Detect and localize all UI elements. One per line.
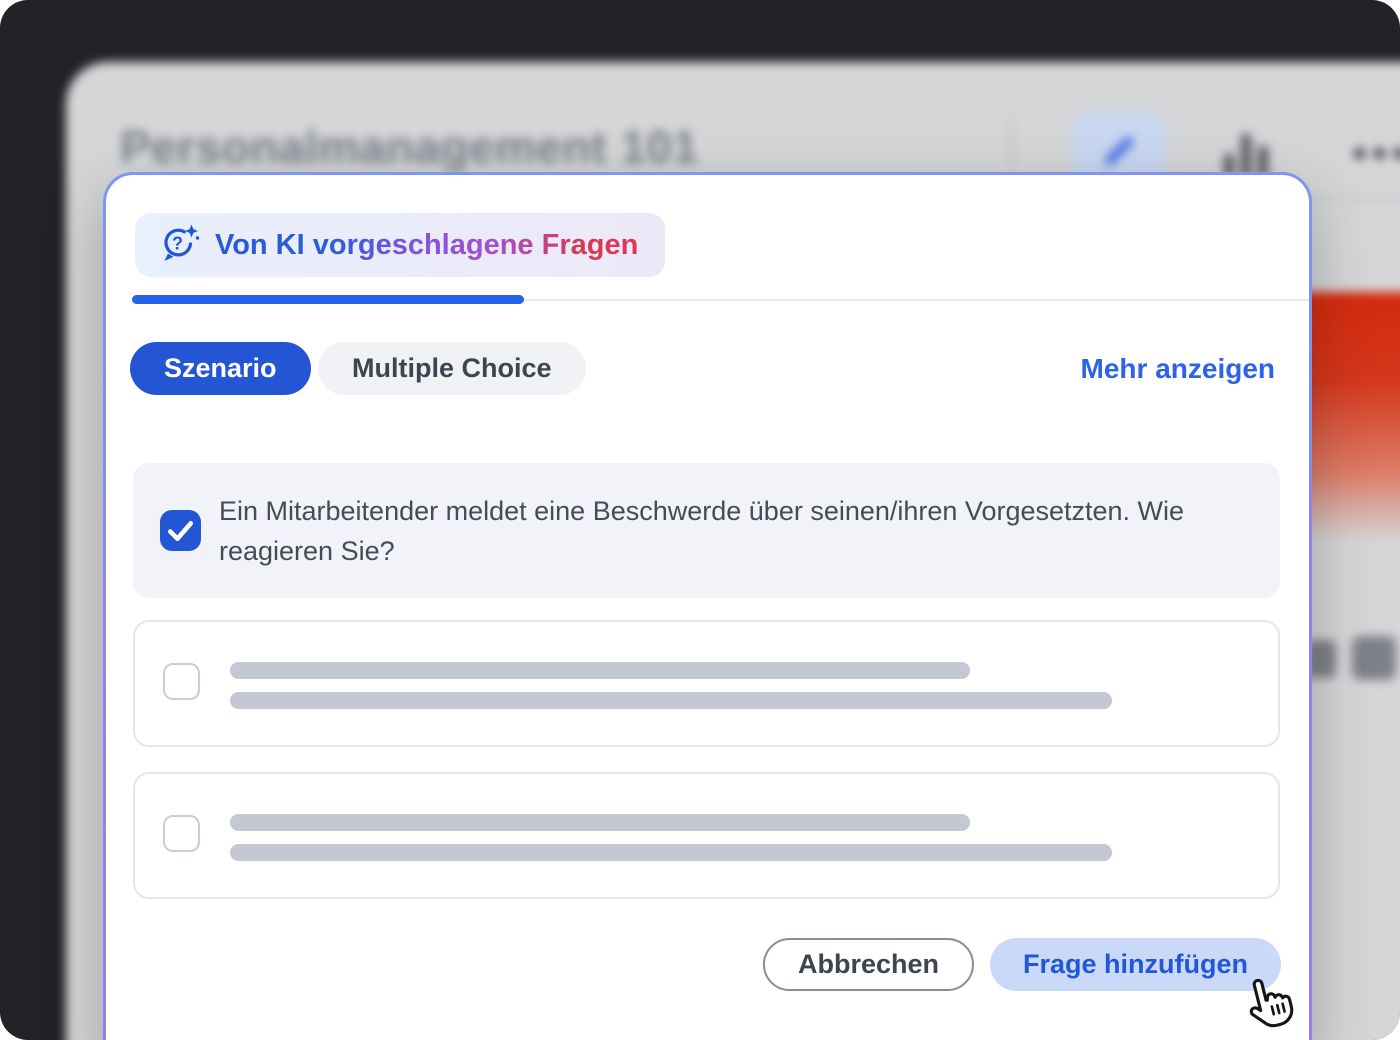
ai-questions-dialog-border: ? Von KI vorgeschlagene Fragen Szenario …	[103, 172, 1312, 1040]
ai-question-bubble-icon: ?	[156, 221, 200, 270]
chip-szenario-label: Szenario	[164, 353, 277, 384]
ai-suggested-badge: ? Von KI vorgeschlagene Fragen	[135, 213, 665, 277]
question-text: Ein Mitarbeitender meldet eine Beschwerd…	[219, 491, 1244, 571]
background-icon-blob	[1352, 636, 1396, 680]
toolbar-divider	[1010, 118, 1013, 168]
chip-multiple-choice[interactable]: Multiple Choice	[318, 342, 586, 395]
course-title: Personalmanagement 101	[120, 120, 699, 174]
placeholder-question-card[interactable]	[133, 620, 1280, 747]
dialog-footer: Abbrechen Frage hinzufügen	[763, 938, 1281, 991]
skeleton-line	[230, 662, 970, 679]
svg-text:?: ?	[172, 233, 183, 253]
checkmark-icon	[160, 510, 201, 551]
checkbox-unchecked[interactable]	[163, 663, 200, 700]
skeleton-line	[230, 692, 1112, 709]
app-frame: Personalmanagement 101	[0, 0, 1400, 1040]
placeholder-question-card[interactable]	[133, 772, 1280, 899]
skeleton-line	[230, 814, 970, 831]
show-more-link[interactable]: Mehr anzeigen	[1081, 353, 1275, 385]
checkbox-checked[interactable]	[160, 510, 201, 551]
active-tab-indicator	[132, 295, 524, 304]
chip-szenario[interactable]: Szenario	[130, 342, 311, 395]
bar-chart-icon[interactable]	[1224, 130, 1282, 178]
badge-label: Von KI vorgeschlagene Fragen	[215, 229, 638, 262]
skeleton-line	[230, 844, 1112, 861]
ai-questions-dialog: ? Von KI vorgeschlagene Fragen Szenario …	[106, 175, 1309, 1040]
checkbox-unchecked[interactable]	[163, 815, 200, 852]
suggested-question-card[interactable]: Ein Mitarbeitender meldet eine Beschwerd…	[133, 463, 1280, 598]
ellipsis-icon[interactable]	[1354, 148, 1400, 159]
cancel-button[interactable]: Abbrechen	[763, 938, 974, 991]
chip-multiple-choice-label: Multiple Choice	[352, 353, 552, 384]
